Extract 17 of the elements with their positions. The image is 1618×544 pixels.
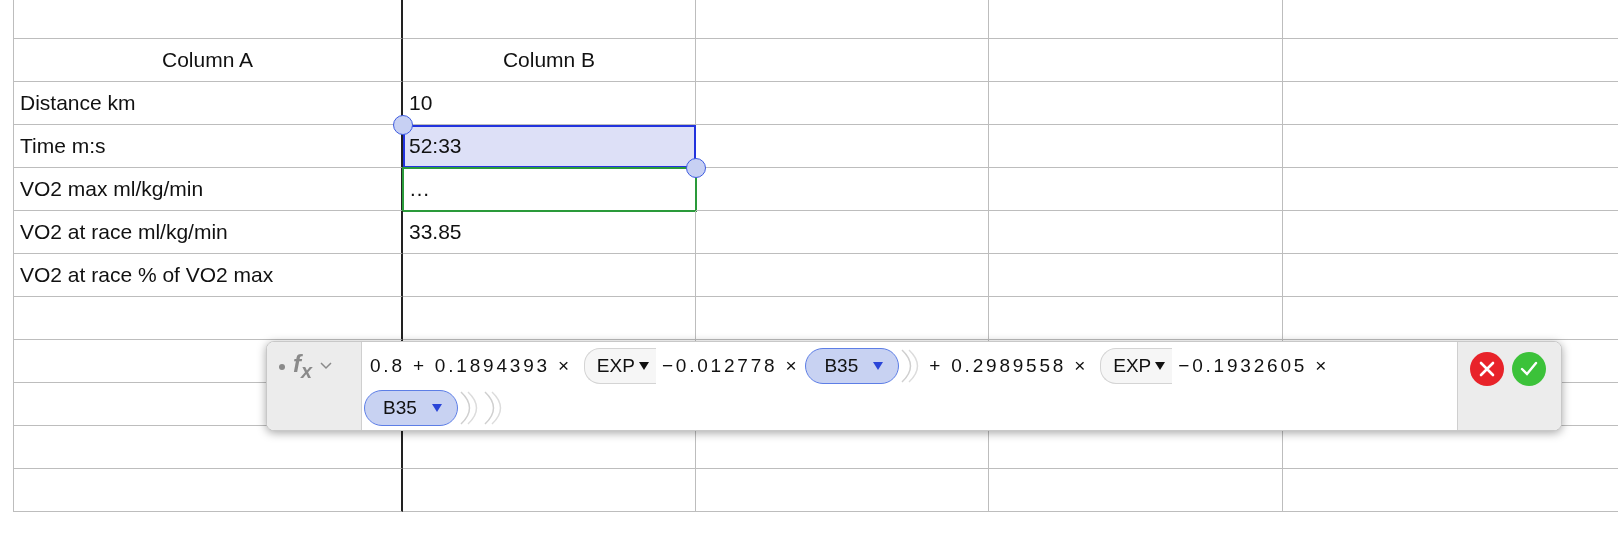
table-cell[interactable]: … xyxy=(403,168,696,211)
table-cell[interactable]: Column A xyxy=(14,39,403,82)
table-cell[interactable]: VO2 max ml/kg/min xyxy=(14,168,403,211)
function-token[interactable]: EXP xyxy=(1100,348,1173,384)
function-token[interactable]: EXP xyxy=(583,348,656,384)
table-cell[interactable]: VO2 at race % of VO2 max xyxy=(14,254,403,297)
table-cell[interactable]: VO2 at race ml/kg/min xyxy=(14,211,403,254)
formula-text: 0.8 + 0.1894393 × xyxy=(369,355,573,377)
table-cell[interactable]: Column B xyxy=(403,39,696,82)
cell-reference-token[interactable]: B35 xyxy=(805,348,900,384)
function-label: f$_{x}$ xyxy=(293,350,313,383)
cell-reference-token[interactable]: B35 xyxy=(364,390,458,426)
formula-text: + 0.2989558 × xyxy=(928,355,1090,377)
formula-text: −0.1932605 × xyxy=(1177,355,1331,377)
table-cell[interactable]: 52:33 xyxy=(403,125,696,168)
table-cell[interactable]: 33.85 xyxy=(403,211,696,254)
formula-text: −0.012778 × xyxy=(660,355,801,377)
